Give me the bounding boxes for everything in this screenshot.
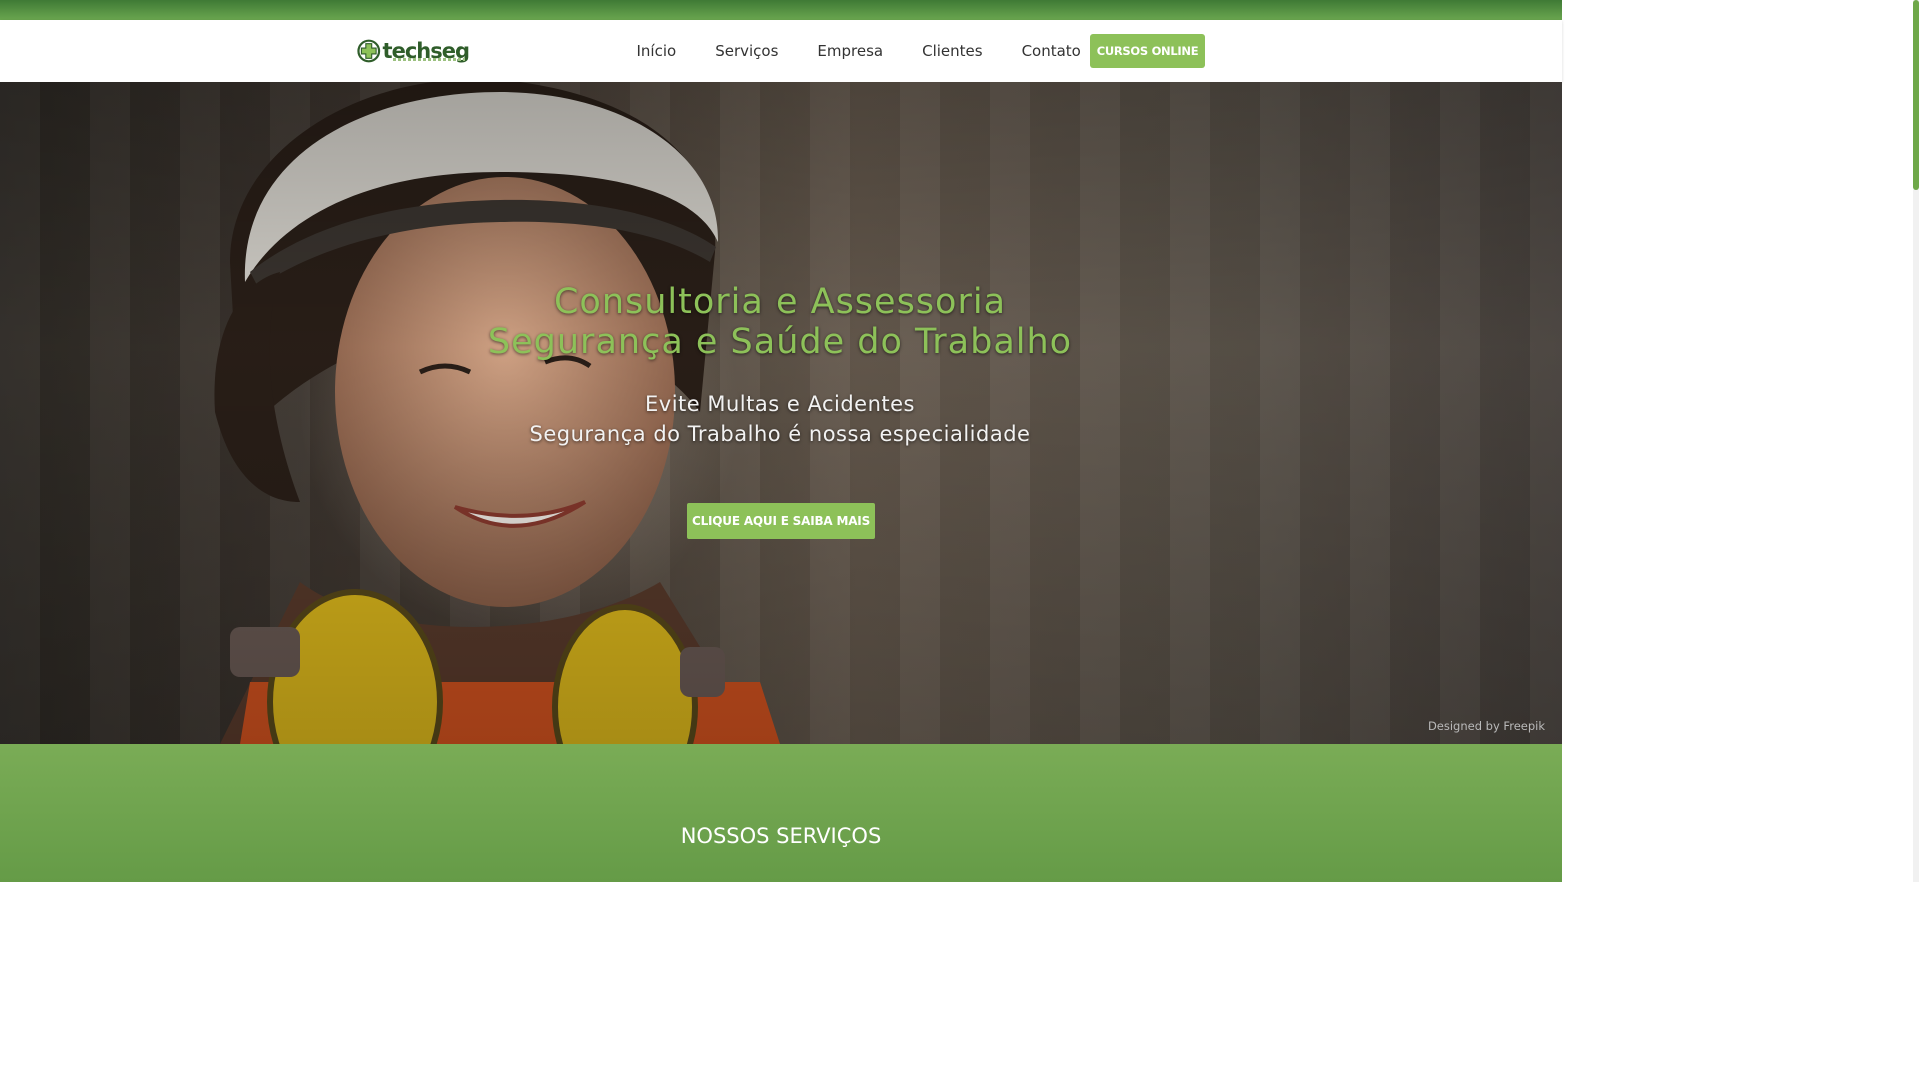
services-title: NOSSOS SERVIÇOS — [680, 824, 882, 848]
page-scrollbar[interactable] — [1913, 0, 1919, 882]
hero-title-line2: Segurança e Saúde do Trabalho — [487, 322, 1073, 362]
scrollbar-thumb[interactable] — [1913, 0, 1919, 190]
top-accent-strip — [0, 0, 1562, 20]
saiba-mais-button[interactable]: CLIQUE AQUI E SAIBA MAIS — [687, 503, 875, 539]
nav-item-contato[interactable]: Contato — [1002, 42, 1100, 60]
nav-item-inicio[interactable]: Início — [617, 42, 696, 60]
logo[interactable]: techseg — [357, 34, 470, 68]
hero-subtitle: Evite Multas e Acidentes Segurança do Tr… — [380, 389, 1180, 449]
nav-item-servicos[interactable]: Serviços — [696, 42, 798, 60]
logo-tagline-mark — [393, 58, 465, 61]
hero-title-line1: Consultoria e Assessoria — [553, 282, 1007, 322]
main-nav: Início Serviços Empresa Clientes Contato — [617, 20, 1100, 82]
hero-subtitle-line1: Evite Multas e Acidentes — [645, 392, 915, 416]
nav-item-empresa[interactable]: Empresa — [798, 42, 903, 60]
cursos-online-button[interactable]: CURSOS ONLINE — [1090, 34, 1205, 68]
hero-title: Consultoria e Assessoria Segurança e Saú… — [380, 282, 1180, 362]
image-credit[interactable]: Designed by Freepik — [1428, 719, 1545, 733]
services-section: NOSSOS SERVIÇOS — [0, 744, 1562, 882]
nav-item-clientes[interactable]: Clientes — [903, 42, 1002, 60]
cross-logo-icon — [357, 39, 381, 63]
hero-subtitle-line2: Segurança do Trabalho é nossa especialid… — [529, 422, 1031, 446]
navbar: techseg Início Serviços Empresa Clientes… — [0, 20, 1562, 82]
hero-banner: Consultoria e Assessoria Segurança e Saú… — [0, 82, 1562, 744]
